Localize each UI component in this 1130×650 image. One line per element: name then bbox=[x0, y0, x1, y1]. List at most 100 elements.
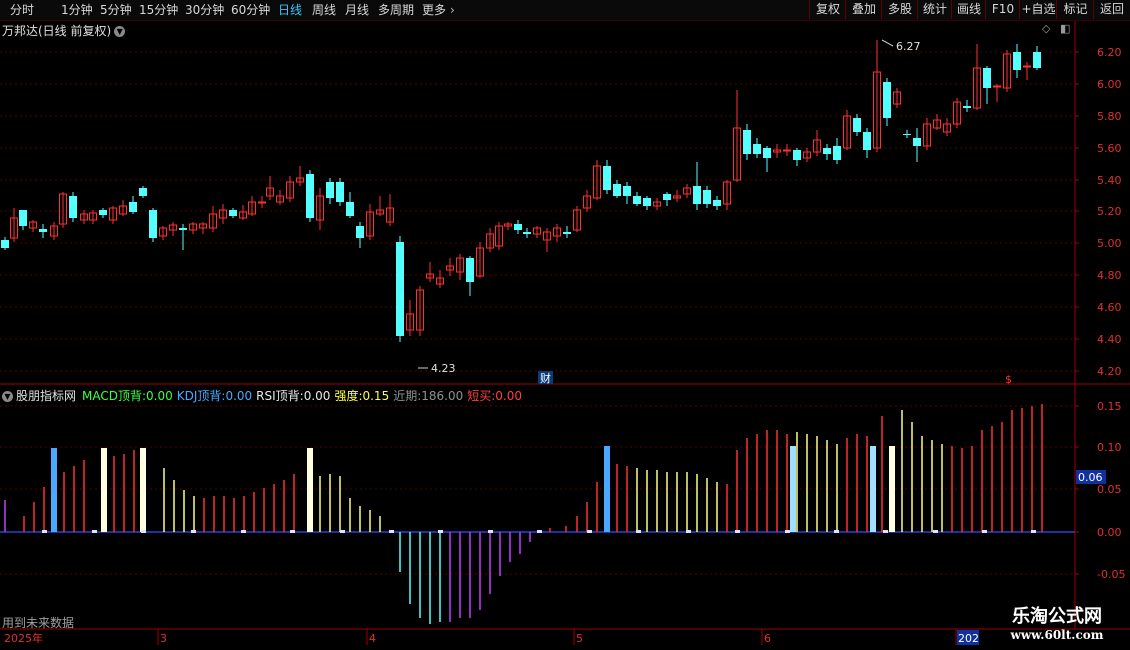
candle-body bbox=[39, 229, 47, 232]
window-toggle-icon[interactable]: ◧ bbox=[1060, 22, 1070, 35]
kdj-label: KDJ顶背: bbox=[176, 389, 226, 403]
zero-marker bbox=[290, 530, 295, 533]
indicator-signal-bar bbox=[889, 446, 895, 532]
indicator-axis-label: 0.00 bbox=[1097, 526, 1122, 539]
candle-body bbox=[743, 130, 751, 154]
price-axis-label: 4.60 bbox=[1097, 301, 1122, 314]
zero-marker bbox=[785, 530, 790, 533]
watermark: 乐淘公式网 www.60lt.com bbox=[992, 606, 1122, 642]
price-axis-label: 5.00 bbox=[1097, 237, 1122, 250]
price-axis-label: 5.80 bbox=[1097, 110, 1122, 123]
zero-marker bbox=[191, 530, 196, 533]
indicator-axis-label: -0.05 bbox=[1097, 568, 1125, 581]
candle-body bbox=[306, 174, 314, 218]
diamond-icon[interactable]: ◇ bbox=[1042, 22, 1050, 35]
watermark-title: 乐淘公式网 bbox=[1012, 606, 1102, 627]
candle-body bbox=[563, 232, 571, 234]
chart-title: 万邦达(日线 前复权) ▼ bbox=[2, 22, 126, 39]
dollar-marker: $ bbox=[1005, 373, 1012, 386]
candle-body bbox=[466, 258, 474, 282]
kdj-value: 0.00 bbox=[225, 389, 253, 403]
zero-marker bbox=[982, 530, 987, 533]
kline-chart[interactable]: 6.20 6.00 5.80 5.60 5.40 5.20 5.00 4.80 4.60 4.40… bbox=[0, 0, 1130, 650]
candle-body bbox=[983, 68, 991, 88]
candle-body bbox=[396, 242, 404, 336]
candle-body bbox=[139, 188, 147, 196]
price-axis-label: 5.60 bbox=[1097, 142, 1122, 155]
indicator-signal-bar bbox=[140, 448, 146, 532]
price-high-label: 6.27 bbox=[896, 40, 921, 53]
rsi-value: 0.00 bbox=[303, 389, 331, 403]
candle-body bbox=[633, 196, 641, 204]
date-axis-label: 2025年 bbox=[4, 631, 43, 645]
strength-label: 强度: bbox=[334, 389, 363, 403]
indicator-signal-bar bbox=[101, 448, 107, 532]
price-axis-label: 5.20 bbox=[1097, 205, 1122, 218]
candle-body bbox=[993, 85, 1001, 88]
candle-body bbox=[99, 210, 107, 215]
chevron-down-icon[interactable]: ▼ bbox=[2, 391, 13, 402]
candle-body bbox=[863, 132, 871, 150]
candle-body bbox=[713, 200, 721, 206]
date-axis-label: 5 bbox=[576, 632, 583, 645]
zero-marker bbox=[438, 530, 443, 533]
zero-marker bbox=[834, 530, 839, 533]
candle-body bbox=[1023, 65, 1031, 68]
price-axis-label: 4.20 bbox=[1097, 365, 1122, 378]
price-axis-label: 4.80 bbox=[1097, 269, 1122, 282]
strength-value: 0.15 bbox=[362, 389, 390, 403]
indicator-signal-bar bbox=[870, 446, 876, 532]
candle-body bbox=[663, 194, 671, 200]
date-axis-label: 202 bbox=[958, 632, 979, 645]
high-pointer bbox=[881, 39, 894, 47]
indicator-current-value: 0.06 bbox=[1078, 471, 1103, 484]
candle-body bbox=[703, 190, 711, 204]
finance-marker: 财 bbox=[540, 371, 551, 385]
candle-body bbox=[963, 106, 971, 108]
chevron-down-icon[interactable]: ▼ bbox=[114, 26, 126, 37]
date-axis-label: 3 bbox=[160, 632, 167, 645]
future-data-note: 用到未来数据 bbox=[2, 616, 75, 630]
candle-body bbox=[783, 149, 791, 152]
indicator-signal-bar bbox=[604, 446, 610, 532]
date-axis-label: 4 bbox=[369, 632, 376, 645]
stock-title: 万邦达(日线 前复权) bbox=[2, 24, 112, 38]
candle-body bbox=[1033, 52, 1041, 68]
short-buy-value: 0.00 bbox=[495, 389, 523, 403]
macd-label: MACD顶背: bbox=[82, 389, 147, 403]
zero-marker bbox=[537, 530, 542, 533]
candle-body bbox=[69, 196, 77, 218]
indicator-axis-label: 0.10 bbox=[1097, 441, 1122, 454]
zero-marker bbox=[587, 530, 592, 533]
zero-marker bbox=[340, 530, 345, 533]
zero-marker bbox=[735, 530, 740, 533]
price-axis-label: 5.40 bbox=[1097, 174, 1122, 187]
candle-body bbox=[149, 210, 157, 238]
candle-body bbox=[603, 166, 611, 190]
recent-label: 近期: bbox=[393, 389, 422, 403]
macd-value: 0.00 bbox=[146, 389, 173, 403]
candle-body bbox=[753, 144, 761, 154]
candle-body bbox=[793, 150, 801, 160]
zero-marker bbox=[883, 530, 888, 533]
candle-body bbox=[1, 240, 9, 248]
price-axis-label: 4.40 bbox=[1097, 333, 1122, 346]
candle-body bbox=[913, 138, 921, 146]
indicator-signal-bar bbox=[51, 448, 57, 532]
candle-body bbox=[853, 118, 861, 132]
indicator-title: ▼ 股朋指标网 MACD顶背:0.00 KDJ顶背:0.00 RSI顶背:0.00 强度:… bbox=[2, 387, 526, 404]
candle-body bbox=[693, 186, 701, 204]
candle-body bbox=[258, 201, 266, 204]
candle-body bbox=[336, 182, 344, 202]
zero-marker bbox=[488, 530, 493, 533]
indicator-axis-label: 0.15 bbox=[1097, 400, 1122, 413]
zero-marker bbox=[389, 530, 394, 533]
candle-body bbox=[179, 228, 187, 230]
zero-marker bbox=[1031, 530, 1036, 533]
indicator-signal-bar bbox=[790, 446, 796, 532]
zero-marker bbox=[141, 530, 146, 533]
candle-body bbox=[623, 186, 631, 196]
rsi-label: RSI顶背: bbox=[256, 389, 304, 403]
candle-body bbox=[346, 202, 354, 216]
short-buy-label: 短买: bbox=[467, 389, 496, 403]
